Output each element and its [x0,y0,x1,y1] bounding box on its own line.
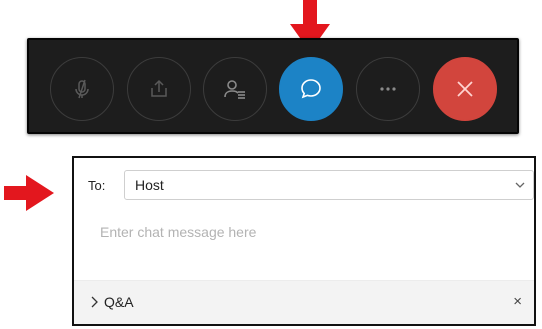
close-icon [457,81,473,97]
qa-close-button[interactable]: × [513,294,522,310]
callout-arrow-right-icon [4,175,54,211]
chevron-down-icon [515,182,525,188]
participants-button[interactable] [203,57,267,121]
end-meeting-button[interactable] [433,57,497,121]
more-button[interactable] [356,57,420,121]
share-screen-icon [151,79,167,97]
to-label: To: [88,178,106,193]
qa-label: Q&A [104,294,134,310]
mute-button[interactable] [50,57,114,121]
recipient-select[interactable]: Host [124,170,534,200]
qa-bar[interactable]: Q&A × [74,280,534,324]
chat-button[interactable] [279,57,343,121]
chat-panel: To: Host Enter chat message here Q&A × [72,156,536,326]
chat-message-input[interactable]: Enter chat message here [100,224,256,240]
participants-icon [224,80,245,99]
microphone-muted-icon [75,79,89,99]
meeting-toolbar [27,38,519,134]
chat-bubble-icon [301,79,321,99]
share-button[interactable] [127,57,191,121]
chevron-right-icon [91,296,98,308]
more-icon [380,87,396,91]
recipient-value: Host [135,177,164,193]
